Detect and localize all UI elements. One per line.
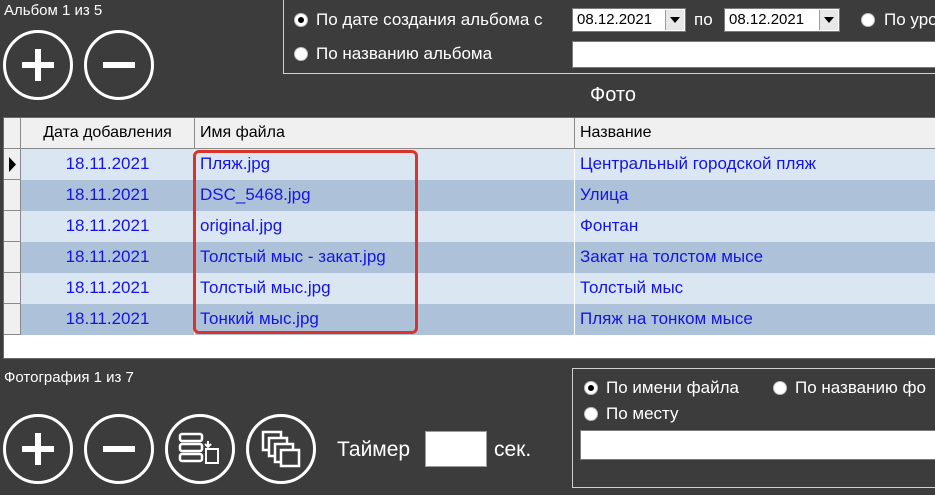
minus-icon (103, 446, 135, 452)
by-level-radio[interactable] (861, 13, 875, 27)
cell-title: Толстый мыс (580, 278, 684, 297)
cell-date: 18.11.2021 (21, 304, 195, 335)
cell-date: 18.11.2021 (21, 180, 195, 211)
by-place-radio[interactable] (584, 407, 598, 421)
cell-title: Центральный городской пляж (580, 154, 816, 173)
column-header-filename[interactable]: Имя файла (195, 118, 575, 148)
add-album-button[interactable] (3, 30, 73, 100)
photos-section-title: Фото (590, 84, 636, 106)
table-row[interactable]: 18.11.2021 Тонкий мыс.jpg Пляж на тонком… (4, 304, 935, 335)
table-row[interactable]: 18.11.2021 original.jpg Фонтан (4, 211, 935, 242)
row-indicator (4, 304, 21, 335)
cell-title: Улица (580, 185, 629, 204)
filename-highlight-box (193, 150, 418, 334)
remove-album-button[interactable] (84, 30, 154, 100)
date-from-value: 08.12.2021 (577, 11, 653, 28)
table-row[interactable]: 18.11.2021 Толстый мыс - закат.jpg Закат… (4, 242, 935, 273)
minus-icon (103, 62, 135, 68)
current-row-indicator (4, 149, 21, 180)
indicator-header (4, 118, 21, 148)
by-name-radio[interactable] (294, 47, 308, 61)
by-title-radio[interactable] (773, 381, 787, 395)
by-filename-radio[interactable] (584, 381, 598, 395)
slideshow-button[interactable] (246, 414, 316, 484)
add-photo-button[interactable] (3, 414, 73, 484)
to-label: по (694, 10, 713, 29)
by-place-label: По месту (606, 404, 679, 423)
chevron-down-icon[interactable] (819, 10, 838, 30)
plus-icon (22, 49, 54, 81)
cell-title: Пляж на тонком мысе (580, 309, 753, 328)
by-date-label: По дате создания альбома с (316, 10, 543, 29)
cell-title: Фонтан (580, 216, 639, 235)
album-name-input[interactable] (572, 41, 935, 68)
by-filename-label: По имени файла (606, 378, 739, 397)
timer-label: Таймер (337, 438, 411, 461)
column-header-title[interactable]: Название (575, 118, 935, 148)
cell-date: 18.11.2021 (21, 242, 195, 273)
remove-photo-button[interactable] (84, 414, 154, 484)
cell-date: 18.11.2021 (21, 149, 195, 180)
photo-counter: Фотография 1 из 7 (4, 369, 134, 386)
chevron-down-icon[interactable] (665, 10, 684, 30)
date-to-value: 08.12.2021 (729, 11, 805, 28)
table-row[interactable]: 18.11.2021 DSC_5468.jpg Улица (4, 180, 935, 211)
move-photo-button[interactable] (165, 414, 235, 484)
row-indicator (4, 211, 21, 242)
cell-title: Закат на толстом мысе (580, 247, 764, 266)
photos-grid[interactable]: Дата добавления Имя файла Название 18.11… (3, 117, 935, 359)
table-row[interactable]: 18.11.2021 Толстый мыс.jpg Толстый мыс (4, 273, 935, 304)
plus-icon (22, 433, 54, 465)
row-indicator (4, 273, 21, 304)
date-to-picker[interactable]: 08.12.2021 (724, 8, 840, 32)
date-from-picker[interactable]: 08.12.2021 (572, 8, 686, 32)
album-counter: Альбом 1 из 5 (4, 2, 103, 19)
by-date-radio[interactable] (294, 13, 308, 27)
by-level-label: По уро (884, 10, 935, 29)
by-name-label: По названию альбома (316, 44, 493, 63)
database-move-icon (178, 432, 219, 464)
table-row[interactable]: 18.11.2021 Пляж.jpg Центральный городско… (4, 149, 935, 180)
column-header-date[interactable]: Дата добавления (21, 118, 195, 148)
by-title-label: По названию фо (795, 378, 926, 397)
cell-date: 18.11.2021 (21, 211, 195, 242)
timer-input[interactable] (425, 431, 487, 467)
seconds-label: сек. (494, 438, 532, 461)
cell-date: 18.11.2021 (21, 273, 195, 304)
row-indicator (4, 180, 21, 211)
row-indicator (4, 242, 21, 273)
stacked-photos-icon (261, 430, 301, 468)
grid-header: Дата добавления Имя файла Название (4, 118, 935, 149)
photo-search-input[interactable] (580, 430, 935, 460)
